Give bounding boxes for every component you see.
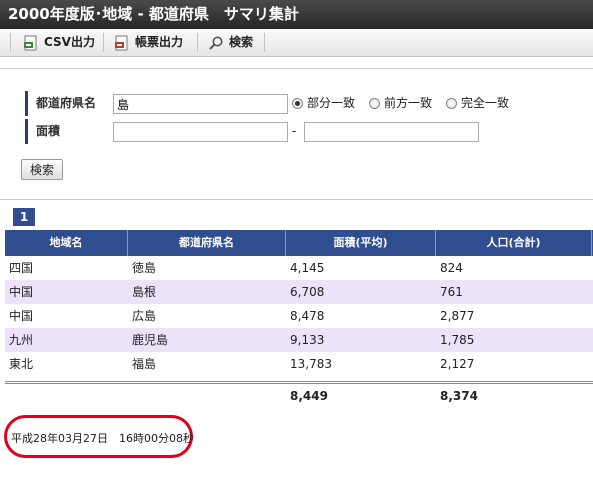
cell-population: 824 [440, 261, 463, 275]
match-exact-radio[interactable]: 完全一致 [446, 91, 509, 116]
cell-prefecture: 広島 [132, 309, 157, 323]
toolbar-search-button[interactable]: 検索 [208, 29, 253, 56]
toolbar-separator [10, 33, 11, 52]
search-panel: 都道府県名 部分一致 前方一致 完全一致 面積 - 検索 [0, 68, 593, 200]
match-exact-label: 完全一致 [461, 96, 510, 110]
search-button[interactable]: 検索 [21, 159, 63, 180]
toolbar-separator [103, 33, 104, 52]
window-title: 2000年度版･地域 - 都道府県 サマリ集計 [0, 0, 593, 29]
header-region[interactable]: 地域名 [5, 230, 128, 256]
csv-export-icon [24, 35, 37, 50]
area-label: 面積 [25, 119, 105, 144]
cell-population: 1,785 [440, 333, 475, 347]
area-row: 面積 - [25, 119, 525, 144]
table-row[interactable]: 中国 島根 6,708 761 [5, 280, 593, 304]
match-prefix-radio[interactable]: 前方一致 [369, 91, 432, 116]
report-icon [115, 35, 128, 50]
cell-prefecture: 島根 [132, 285, 157, 299]
cell-prefecture: 徳島 [132, 261, 157, 275]
match-partial-label: 部分一致 [307, 96, 356, 110]
radio-unchecked-icon[interactable] [446, 98, 457, 109]
table-row[interactable]: 東北 福島 13,783 2,127 [5, 352, 593, 376]
cell-population: 2,877 [440, 309, 475, 323]
total-area-avg: 8,449 [290, 389, 328, 403]
generated-timestamp: 平成28年03月27日 16時00分08秒 [11, 432, 194, 445]
cell-area: 13,783 [290, 357, 332, 371]
total-population: 8,374 [440, 389, 478, 403]
cell-region: 中国 [9, 309, 34, 323]
match-prefix-label: 前方一致 [384, 96, 433, 110]
area-from-input[interactable] [113, 122, 288, 142]
cell-region: 中国 [9, 285, 34, 299]
toolbar-separator [264, 33, 265, 52]
cell-area: 8,478 [290, 309, 325, 323]
area-range-separator: - [292, 124, 297, 138]
csv-export-label: CSV出力 [44, 35, 95, 49]
magnifier-icon [209, 36, 223, 50]
table-row[interactable]: 四国 徳島 4,145 824 [5, 256, 593, 280]
totals-row: 8,449 8,374 [5, 381, 593, 408]
header-area-avg[interactable]: 面積(平均) [286, 230, 436, 256]
prefecture-label: 都道府県名 [25, 91, 105, 116]
radio-unchecked-icon[interactable] [369, 98, 380, 109]
area-to-input[interactable] [304, 122, 479, 142]
radio-checked-icon[interactable] [292, 98, 303, 109]
toolbar-search-label: 検索 [229, 35, 254, 49]
header-prefecture[interactable]: 都道府県名 [128, 230, 286, 256]
header-population-sum[interactable]: 人口(合計) [436, 230, 592, 256]
page-1-button[interactable]: 1 [13, 208, 35, 226]
report-export-label: 帳票出力 [135, 35, 184, 49]
table-header: 地域名 都道府県名 面積(平均) 人口(合計) [5, 230, 593, 256]
cell-population: 2,127 [440, 357, 475, 371]
cell-region: 九州 [9, 333, 34, 347]
cell-area: 6,708 [290, 285, 325, 299]
toolbar: CSV出力 帳票出力 検索 [0, 29, 593, 57]
csv-export-button[interactable]: CSV出力 [23, 29, 95, 56]
cell-area: 4,145 [290, 261, 325, 275]
cell-population: 761 [440, 285, 463, 299]
report-export-button[interactable]: 帳票出力 [114, 29, 183, 56]
cell-region: 四国 [9, 261, 34, 275]
results-table: 地域名 都道府県名 面積(平均) 人口(合計) 四国 徳島 4,145 824 … [5, 230, 593, 408]
cell-area: 9,133 [290, 333, 325, 347]
match-partial-radio[interactable]: 部分一致 [292, 91, 355, 116]
prefecture-row: 都道府県名 部分一致 前方一致 完全一致 [25, 91, 525, 116]
toolbar-separator [197, 33, 198, 52]
prefecture-input[interactable] [113, 94, 288, 114]
cell-region: 東北 [9, 357, 34, 371]
table-row[interactable]: 九州 鹿児島 9,133 1,785 [5, 328, 593, 352]
cell-prefecture: 福島 [132, 357, 157, 371]
cell-prefecture: 鹿児島 [132, 333, 169, 347]
table-row[interactable]: 中国 広島 8,478 2,877 [5, 304, 593, 328]
